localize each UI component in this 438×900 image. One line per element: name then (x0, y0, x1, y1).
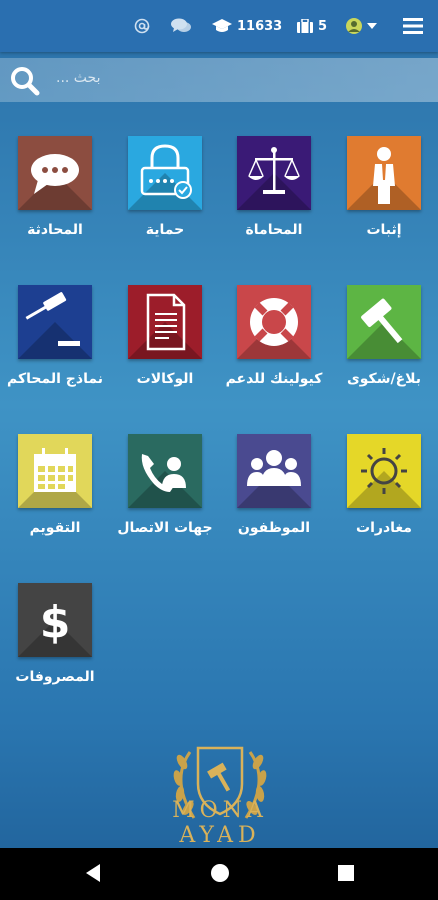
search-bar[interactable]: بحث ... (0, 58, 438, 102)
tile-departures-icon-box (347, 434, 421, 508)
top-bar: 5 11633 (0, 0, 438, 52)
briefcase-icon (297, 19, 313, 33)
tile-ithbat-icon-box (347, 136, 421, 210)
tile-contacts-label: جهات الاتصال (117, 520, 213, 536)
group-icon (247, 450, 301, 486)
chevron-down-icon (367, 23, 377, 29)
search-icon[interactable] (10, 66, 40, 100)
tile-protection-label: حماية (145, 222, 185, 238)
chat-icon[interactable] (171, 0, 191, 52)
lifebuoy-icon (250, 298, 298, 346)
dollar-icon: $ (40, 597, 71, 648)
graduation-cap-icon (212, 19, 232, 32)
tile-lawyering-icon-box (237, 136, 311, 210)
tile-agencies[interactable]: الوكالات (110, 285, 220, 415)
document-icon (146, 293, 186, 351)
tile-protection[interactable]: حماية (110, 136, 220, 266)
tile-calendar-icon-box (18, 434, 92, 508)
recents-icon[interactable] (336, 860, 356, 890)
tile-agencies-label: الوكالات (136, 371, 194, 387)
sun-icon (361, 448, 407, 494)
tile-chat-icon-box (18, 136, 92, 210)
tile-lawyering-label: المحاماة (245, 222, 303, 238)
tile-employees[interactable]: الموظفون (219, 434, 329, 564)
tile-departures[interactable]: مغادرات (329, 434, 438, 564)
tile-court-forms[interactable]: نماذج المحاكم (0, 285, 110, 415)
gavel-icon (361, 298, 403, 344)
scales-icon (248, 147, 300, 194)
home-icon[interactable] (208, 860, 232, 890)
logo-text: MONA AYAD (172, 798, 268, 848)
chat-bubble-icon (31, 154, 79, 194)
hamburger-menu-icon[interactable] (403, 0, 423, 52)
briefcase-counter[interactable]: 5 (297, 0, 327, 52)
tile-support-icon-box (237, 285, 311, 359)
person-icon (373, 147, 395, 204)
tile-court-forms-label: نماذج المحاكم (7, 371, 103, 387)
tile-lawyering[interactable]: المحاماة (219, 136, 329, 266)
tile-complaint[interactable]: بلاغ/شكوى (329, 285, 438, 415)
tile-protection-icon-box (128, 136, 202, 210)
tile-expenses-icon-box: $ (18, 583, 92, 657)
tile-chat[interactable]: المحادثة (0, 136, 110, 266)
points-count: 11633 (237, 18, 283, 34)
tile-contacts[interactable]: جهات الاتصال (110, 434, 220, 564)
lock-icon (140, 144, 192, 199)
tile-departures-label: مغادرات (356, 520, 412, 536)
system-nav-bar (0, 848, 438, 900)
tile-employees-label: الموظفون (237, 520, 311, 536)
tile-expenses[interactable]: $ المصروفات (0, 583, 110, 713)
tile-support[interactable]: كيولينك للدعم (219, 285, 329, 415)
tile-court-forms-icon-box (18, 285, 92, 359)
user-avatar-icon[interactable] (345, 0, 377, 52)
search-input[interactable]: بحث ... (56, 70, 100, 86)
tile-chat-label: المحادثة (27, 222, 83, 238)
tile-complaint-icon-box (347, 285, 421, 359)
court-gavel-icon (25, 292, 80, 346)
back-icon[interactable] (82, 860, 102, 890)
tile-support-label: كيولينك للدعم (225, 371, 323, 387)
calendar-icon (34, 448, 76, 492)
tile-ithbat-label: إثبات (366, 222, 402, 238)
tile-calendar[interactable]: التقويم (0, 434, 110, 564)
brand-logo: MONA AYAD (130, 740, 310, 848)
at-icon[interactable] (134, 0, 150, 52)
tile-complaint-label: بلاغ/شكوى (346, 371, 422, 387)
contact-phone-icon (141, 454, 186, 492)
tile-expenses-label: المصروفات (15, 669, 95, 685)
svg-text:$: $ (40, 597, 71, 648)
tile-calendar-label: التقويم (29, 520, 81, 536)
tile-contacts-icon-box (128, 434, 202, 508)
tile-agencies-icon-box (128, 285, 202, 359)
briefcase-count: 5 (318, 18, 328, 34)
tile-employees-icon-box (237, 434, 311, 508)
tile-ithbat[interactable]: إثبات (329, 136, 438, 266)
points-counter[interactable]: 11633 (212, 0, 282, 52)
